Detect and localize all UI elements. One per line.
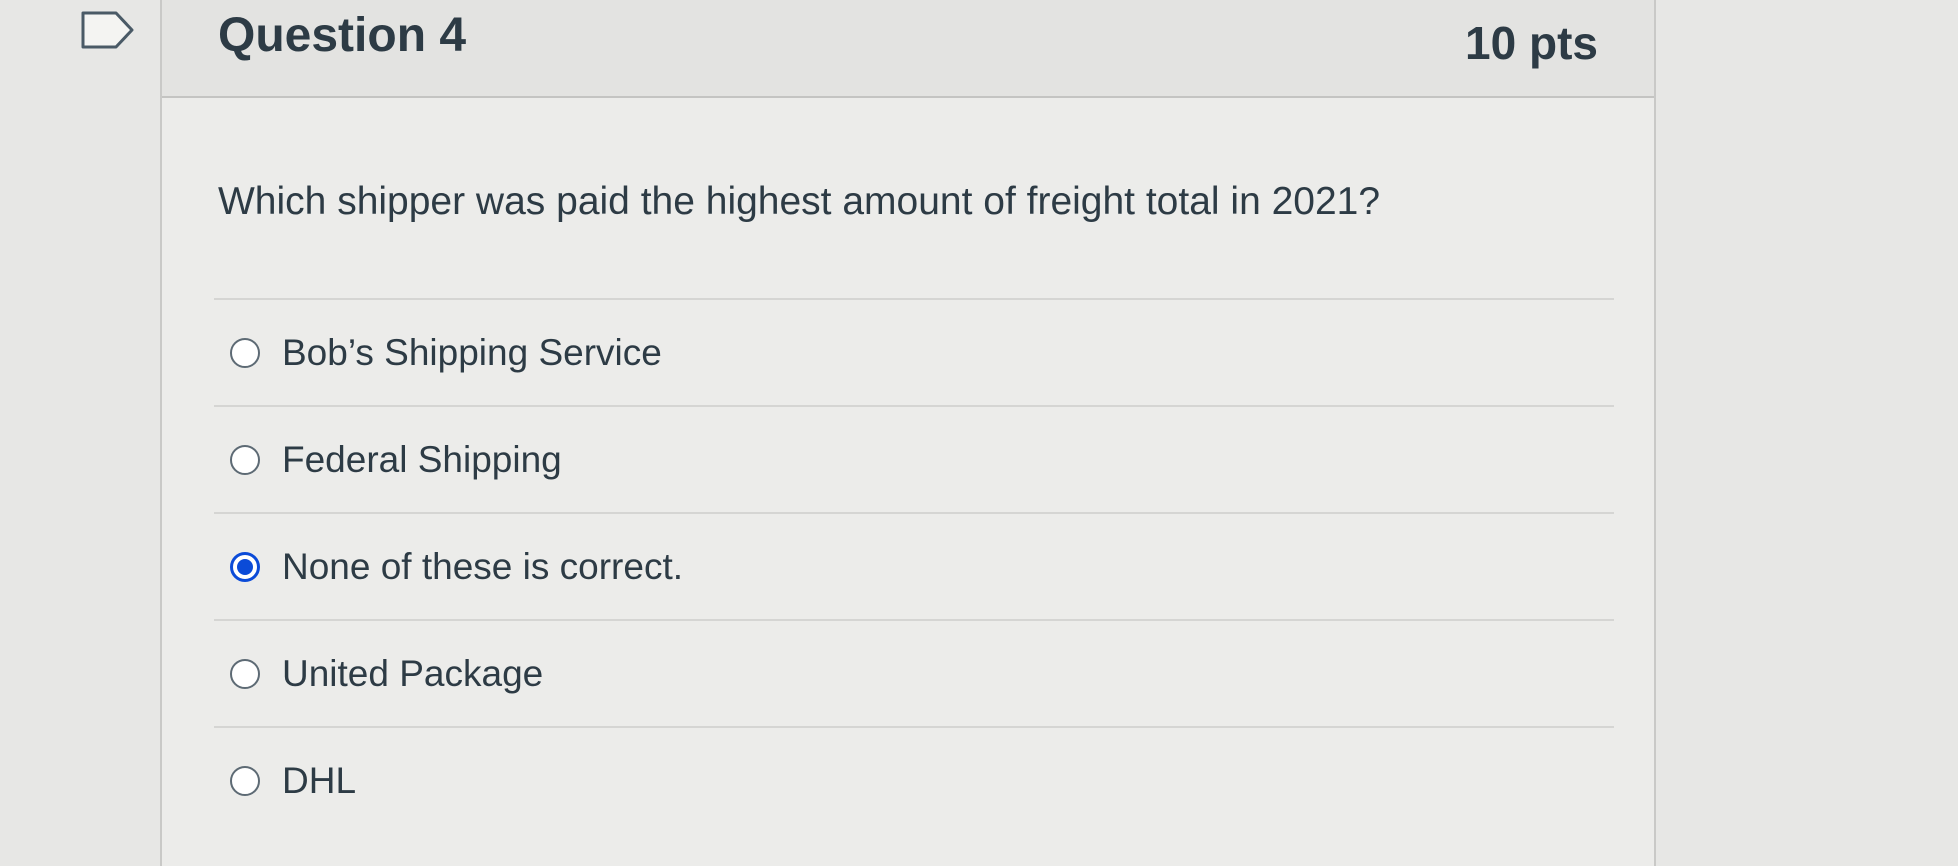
answer-label: DHL xyxy=(282,759,357,801)
flag-question-icon[interactable] xyxy=(80,10,136,50)
answer-option-federal-shipping[interactable]: Federal Shipping xyxy=(214,407,1614,512)
radio-button[interactable] xyxy=(230,658,260,689)
answer-option-united-package[interactable]: United Package xyxy=(214,621,1614,726)
answer-label: Bob’s Shipping Service xyxy=(282,331,662,373)
answer-label: United Package xyxy=(282,652,544,694)
question-title: Question 4 xyxy=(218,9,467,62)
radio-button[interactable] xyxy=(230,765,260,796)
answer-option-bobs-shipping-service[interactable]: Bob’s Shipping Service xyxy=(214,300,1614,405)
question-text: Which shipper was paid the highest amoun… xyxy=(218,180,1381,223)
answer-option-dhl[interactable]: DHL xyxy=(214,728,1614,833)
radio-button-selected[interactable] xyxy=(230,551,260,582)
question-points: 10 pts xyxy=(1465,17,1598,69)
answer-label: None of these is correct. xyxy=(282,545,684,587)
radio-button[interactable] xyxy=(230,444,260,475)
answer-label: Federal Shipping xyxy=(282,438,562,480)
question-header: Question 4 10 pts xyxy=(162,0,1654,98)
radio-button[interactable] xyxy=(230,337,260,368)
question-card: Question 4 10 pts Which shipper was paid… xyxy=(160,0,1656,866)
answer-list: Bob’s Shipping Service Federal Shipping … xyxy=(214,298,1614,833)
answer-option-none-of-these[interactable]: None of these is correct. xyxy=(214,514,1614,619)
